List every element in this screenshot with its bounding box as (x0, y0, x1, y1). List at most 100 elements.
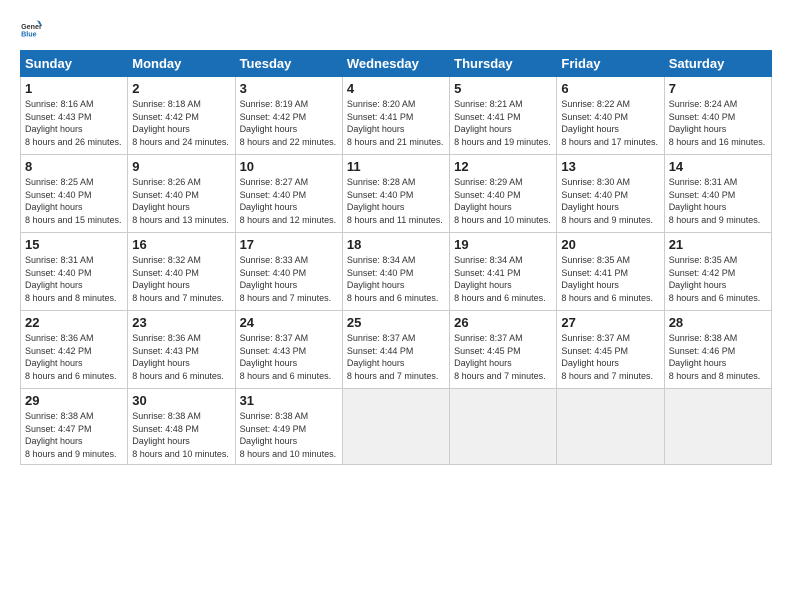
day-cell-4: 4 Sunrise: 8:20 AM Sunset: 4:41 PM Dayli… (342, 77, 449, 155)
day-number: 15 (25, 237, 123, 252)
week-row-5: 29 Sunrise: 8:38 AM Sunset: 4:47 PM Dayl… (21, 389, 772, 465)
day-number: 7 (669, 81, 767, 96)
day-cell-21: 21 Sunrise: 8:35 AM Sunset: 4:42 PM Dayl… (664, 233, 771, 311)
week-row-4: 22 Sunrise: 8:36 AM Sunset: 4:42 PM Dayl… (21, 311, 772, 389)
day-info: Sunrise: 8:24 AM Sunset: 4:40 PM Dayligh… (669, 98, 767, 148)
weekday-friday: Friday (557, 51, 664, 77)
day-cell-28: 28 Sunrise: 8:38 AM Sunset: 4:46 PM Dayl… (664, 311, 771, 389)
logo: General Blue (20, 18, 46, 40)
calendar-table: SundayMondayTuesdayWednesdayThursdayFrid… (20, 50, 772, 465)
day-cell-15: 15 Sunrise: 8:31 AM Sunset: 4:40 PM Dayl… (21, 233, 128, 311)
day-cell-8: 8 Sunrise: 8:25 AM Sunset: 4:40 PM Dayli… (21, 155, 128, 233)
day-cell-27: 27 Sunrise: 8:37 AM Sunset: 4:45 PM Dayl… (557, 311, 664, 389)
day-info: Sunrise: 8:20 AM Sunset: 4:41 PM Dayligh… (347, 98, 445, 148)
day-info: Sunrise: 8:38 AM Sunset: 4:46 PM Dayligh… (669, 332, 767, 382)
day-info: Sunrise: 8:35 AM Sunset: 4:41 PM Dayligh… (561, 254, 659, 304)
day-info: Sunrise: 8:18 AM Sunset: 4:42 PM Dayligh… (132, 98, 230, 148)
day-info: Sunrise: 8:22 AM Sunset: 4:40 PM Dayligh… (561, 98, 659, 148)
day-number: 8 (25, 159, 123, 174)
empty-cell (557, 389, 664, 465)
week-row-1: 1 Sunrise: 8:16 AM Sunset: 4:43 PM Dayli… (21, 77, 772, 155)
day-info: Sunrise: 8:38 AM Sunset: 4:49 PM Dayligh… (240, 410, 338, 460)
day-info: Sunrise: 8:31 AM Sunset: 4:40 PM Dayligh… (25, 254, 123, 304)
day-info: Sunrise: 8:34 AM Sunset: 4:40 PM Dayligh… (347, 254, 445, 304)
svg-text:Blue: Blue (21, 31, 37, 39)
day-info: Sunrise: 8:37 AM Sunset: 4:43 PM Dayligh… (240, 332, 338, 382)
weekday-sunday: Sunday (21, 51, 128, 77)
day-info: Sunrise: 8:38 AM Sunset: 4:47 PM Dayligh… (25, 410, 123, 460)
day-number: 27 (561, 315, 659, 330)
empty-cell (342, 389, 449, 465)
day-number: 28 (669, 315, 767, 330)
calendar-page: General Blue SundayMondayTuesdayWednesda… (0, 0, 792, 612)
day-number: 9 (132, 159, 230, 174)
day-number: 25 (347, 315, 445, 330)
day-info: Sunrise: 8:31 AM Sunset: 4:40 PM Dayligh… (669, 176, 767, 226)
day-info: Sunrise: 8:32 AM Sunset: 4:40 PM Dayligh… (132, 254, 230, 304)
day-cell-30: 30 Sunrise: 8:38 AM Sunset: 4:48 PM Dayl… (128, 389, 235, 465)
svg-text:General: General (21, 23, 42, 31)
day-info: Sunrise: 8:26 AM Sunset: 4:40 PM Dayligh… (132, 176, 230, 226)
day-cell-16: 16 Sunrise: 8:32 AM Sunset: 4:40 PM Dayl… (128, 233, 235, 311)
day-number: 26 (454, 315, 552, 330)
day-info: Sunrise: 8:37 AM Sunset: 4:45 PM Dayligh… (454, 332, 552, 382)
day-info: Sunrise: 8:34 AM Sunset: 4:41 PM Dayligh… (454, 254, 552, 304)
day-info: Sunrise: 8:35 AM Sunset: 4:42 PM Dayligh… (669, 254, 767, 304)
day-info: Sunrise: 8:37 AM Sunset: 4:44 PM Dayligh… (347, 332, 445, 382)
day-number: 21 (669, 237, 767, 252)
day-cell-19: 19 Sunrise: 8:34 AM Sunset: 4:41 PM Dayl… (450, 233, 557, 311)
day-info: Sunrise: 8:36 AM Sunset: 4:43 PM Dayligh… (132, 332, 230, 382)
day-number: 18 (347, 237, 445, 252)
day-cell-9: 9 Sunrise: 8:26 AM Sunset: 4:40 PM Dayli… (128, 155, 235, 233)
day-cell-26: 26 Sunrise: 8:37 AM Sunset: 4:45 PM Dayl… (450, 311, 557, 389)
day-number: 22 (25, 315, 123, 330)
day-number: 5 (454, 81, 552, 96)
day-info: Sunrise: 8:38 AM Sunset: 4:48 PM Dayligh… (132, 410, 230, 460)
day-cell-14: 14 Sunrise: 8:31 AM Sunset: 4:40 PM Dayl… (664, 155, 771, 233)
weekday-header-row: SundayMondayTuesdayWednesdayThursdayFrid… (21, 51, 772, 77)
day-cell-23: 23 Sunrise: 8:36 AM Sunset: 4:43 PM Dayl… (128, 311, 235, 389)
day-number: 31 (240, 393, 338, 408)
day-info: Sunrise: 8:25 AM Sunset: 4:40 PM Dayligh… (25, 176, 123, 226)
day-cell-5: 5 Sunrise: 8:21 AM Sunset: 4:41 PM Dayli… (450, 77, 557, 155)
day-cell-13: 13 Sunrise: 8:30 AM Sunset: 4:40 PM Dayl… (557, 155, 664, 233)
day-number: 4 (347, 81, 445, 96)
logo-icon: General Blue (20, 18, 42, 40)
weekday-thursday: Thursday (450, 51, 557, 77)
day-info: Sunrise: 8:16 AM Sunset: 4:43 PM Dayligh… (25, 98, 123, 148)
day-cell-25: 25 Sunrise: 8:37 AM Sunset: 4:44 PM Dayl… (342, 311, 449, 389)
day-cell-10: 10 Sunrise: 8:27 AM Sunset: 4:40 PM Dayl… (235, 155, 342, 233)
day-cell-12: 12 Sunrise: 8:29 AM Sunset: 4:40 PM Dayl… (450, 155, 557, 233)
weekday-wednesday: Wednesday (342, 51, 449, 77)
day-number: 3 (240, 81, 338, 96)
day-number: 30 (132, 393, 230, 408)
day-info: Sunrise: 8:30 AM Sunset: 4:40 PM Dayligh… (561, 176, 659, 226)
day-cell-2: 2 Sunrise: 8:18 AM Sunset: 4:42 PM Dayli… (128, 77, 235, 155)
day-info: Sunrise: 8:29 AM Sunset: 4:40 PM Dayligh… (454, 176, 552, 226)
day-number: 29 (25, 393, 123, 408)
day-info: Sunrise: 8:27 AM Sunset: 4:40 PM Dayligh… (240, 176, 338, 226)
day-number: 10 (240, 159, 338, 174)
day-number: 19 (454, 237, 552, 252)
day-cell-17: 17 Sunrise: 8:33 AM Sunset: 4:40 PM Dayl… (235, 233, 342, 311)
day-cell-29: 29 Sunrise: 8:38 AM Sunset: 4:47 PM Dayl… (21, 389, 128, 465)
day-info: Sunrise: 8:33 AM Sunset: 4:40 PM Dayligh… (240, 254, 338, 304)
day-cell-24: 24 Sunrise: 8:37 AM Sunset: 4:43 PM Dayl… (235, 311, 342, 389)
day-cell-18: 18 Sunrise: 8:34 AM Sunset: 4:40 PM Dayl… (342, 233, 449, 311)
day-info: Sunrise: 8:28 AM Sunset: 4:40 PM Dayligh… (347, 176, 445, 226)
day-number: 20 (561, 237, 659, 252)
day-number: 14 (669, 159, 767, 174)
day-cell-1: 1 Sunrise: 8:16 AM Sunset: 4:43 PM Dayli… (21, 77, 128, 155)
day-info: Sunrise: 8:19 AM Sunset: 4:42 PM Dayligh… (240, 98, 338, 148)
day-number: 23 (132, 315, 230, 330)
day-number: 17 (240, 237, 338, 252)
day-cell-20: 20 Sunrise: 8:35 AM Sunset: 4:41 PM Dayl… (557, 233, 664, 311)
day-number: 24 (240, 315, 338, 330)
day-number: 16 (132, 237, 230, 252)
header: General Blue (20, 18, 772, 40)
day-number: 1 (25, 81, 123, 96)
day-cell-6: 6 Sunrise: 8:22 AM Sunset: 4:40 PM Dayli… (557, 77, 664, 155)
empty-cell (664, 389, 771, 465)
day-cell-31: 31 Sunrise: 8:38 AM Sunset: 4:49 PM Dayl… (235, 389, 342, 465)
day-cell-3: 3 Sunrise: 8:19 AM Sunset: 4:42 PM Dayli… (235, 77, 342, 155)
